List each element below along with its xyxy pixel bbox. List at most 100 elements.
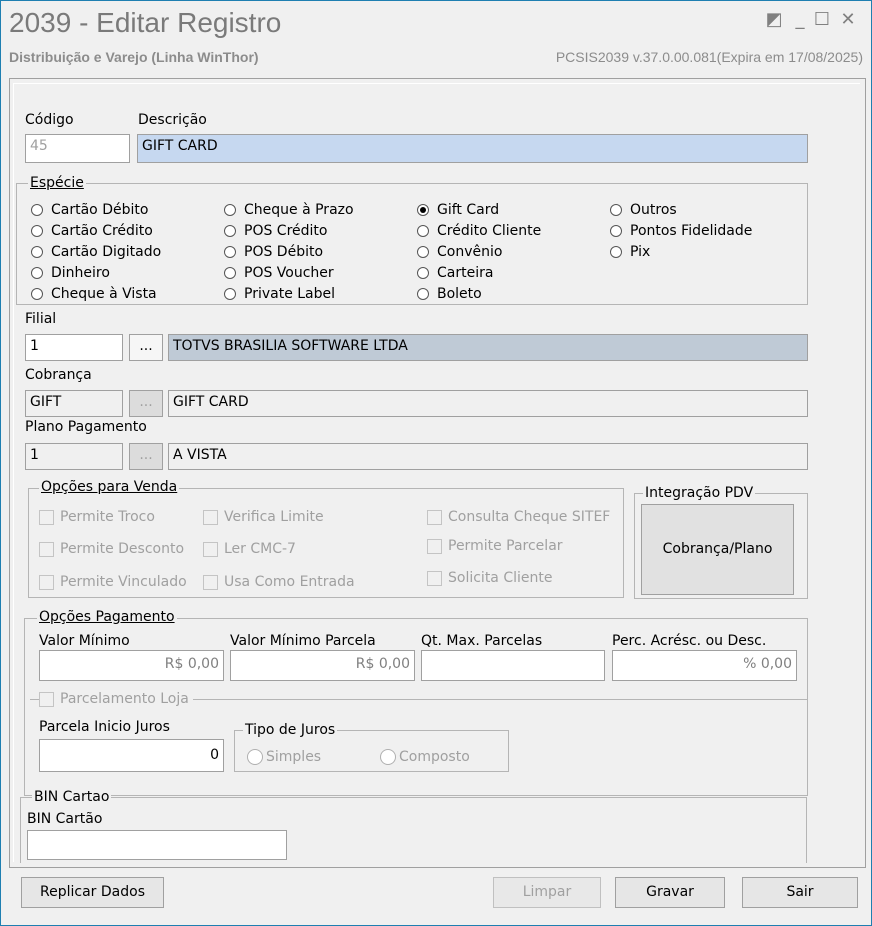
radio-simples[interactable]: Simples	[247, 749, 321, 765]
radio-dot	[31, 204, 43, 216]
sair-button[interactable]: Sair	[742, 877, 858, 908]
plano-lookup-button[interactable]: ...	[129, 443, 163, 470]
checkbox-box	[427, 570, 442, 586]
qt-max-parcelas-field[interactable]	[421, 650, 605, 681]
radio-label: Cartão Débito	[51, 202, 149, 218]
qt-max-parcelas-label: Qt. Max. Parcelas	[421, 633, 543, 649]
valor-minimo-parcela-field[interactable]: R$ 0,00	[230, 650, 415, 681]
checkbox-label: Usa Como Entrada	[224, 574, 355, 590]
radio-dinheiro[interactable]: Dinheiro	[31, 265, 110, 281]
radio-dot	[610, 246, 622, 258]
radio-pontos-fidelidade[interactable]: Pontos Fidelidade	[610, 223, 752, 239]
checkbox-box	[39, 541, 54, 557]
radio-credito-cliente[interactable]: Crédito Cliente	[417, 223, 541, 239]
radio-cartao-credito[interactable]: Cartão Crédito	[31, 223, 153, 239]
chk-consulta-cheque-sitef[interactable]: Consulta Cheque SITEF	[427, 509, 610, 525]
cobranca-plano-button[interactable]: Cobrança/Plano	[641, 504, 794, 595]
radio-pos-voucher[interactable]: POS Voucher	[224, 265, 334, 281]
restore-icon[interactable]: ◩	[763, 9, 785, 31]
radio-cheque-vista[interactable]: Cheque à Vista	[31, 286, 157, 302]
radio-label: POS Crédito	[244, 223, 328, 239]
chk-parcelamento-loja[interactable]: Parcelamento Loja	[39, 691, 193, 707]
radio-dot	[417, 246, 429, 258]
radio-boleto[interactable]: Boleto	[417, 286, 482, 302]
radio-dot	[380, 749, 396, 765]
parcela-inicio-juros-field[interactable]: 0	[39, 739, 224, 772]
chk-verifica-limite[interactable]: Verifica Limite	[203, 509, 324, 525]
radio-dot	[224, 267, 236, 279]
chk-permite-parcelar[interactable]: Permite Parcelar	[427, 538, 563, 554]
radio-dot	[224, 204, 236, 216]
radio-label: Dinheiro	[51, 265, 110, 281]
cobranca-name-field: GIFT CARD	[168, 390, 808, 417]
radio-dot-selected	[417, 204, 429, 216]
radio-label: Cartão Crédito	[51, 223, 153, 239]
chk-permite-troco[interactable]: Permite Troco	[39, 509, 155, 525]
chk-permite-desconto[interactable]: Permite Desconto	[39, 541, 184, 557]
valor-minimo-field[interactable]: R$ 0,00	[39, 650, 224, 681]
filial-lookup-button[interactable]: ...	[129, 334, 163, 361]
radio-dot	[247, 749, 263, 765]
radio-label: Boleto	[437, 286, 482, 302]
codigo-field[interactable]: 45	[25, 134, 130, 163]
radio-outros[interactable]: Outros	[610, 202, 677, 218]
cobranca-label: Cobrança	[25, 367, 92, 383]
radio-label: Simples	[266, 749, 322, 765]
perc-field[interactable]: % 0,00	[612, 650, 797, 681]
radio-dot	[417, 267, 429, 279]
checkbox-box	[39, 509, 54, 525]
descricao-field[interactable]: GIFT CARD	[137, 134, 808, 163]
integracao-pdv-title: Integração PDV	[643, 485, 756, 501]
maximize-icon[interactable]: ☐	[811, 9, 833, 31]
title-bar: 2039 - Editar Registro Distribuição e Va…	[1, 1, 871, 73]
limpar-button[interactable]: Limpar	[493, 877, 601, 908]
radio-pix[interactable]: Pix	[610, 244, 650, 260]
codigo-label: Código	[25, 112, 74, 128]
filial-code-field[interactable]: 1	[25, 334, 123, 361]
perc-label: Perc. Acrésc. ou Desc.	[612, 633, 767, 649]
checkbox-label: Permite Troco	[60, 509, 155, 525]
cobranca-code-field: GIFT	[25, 390, 123, 417]
radio-cartao-digitado[interactable]: Cartão Digitado	[31, 244, 161, 260]
radio-pos-debito[interactable]: POS Débito	[224, 244, 323, 260]
gravar-button[interactable]: Gravar	[615, 877, 725, 908]
radio-label: Outros	[630, 202, 677, 218]
especie-title: Espécie	[28, 175, 86, 191]
tipo-juros-title: Tipo de Juros	[243, 722, 338, 738]
radio-label: Cheque à Prazo	[244, 202, 354, 218]
radio-gift-card[interactable]: Gift Card	[417, 202, 499, 218]
chk-permite-vinculado[interactable]: Permite Vinculado	[39, 574, 187, 590]
radio-label: Carteira	[437, 265, 494, 281]
chk-ler-cmc7[interactable]: Ler CMC-7	[203, 541, 296, 557]
radio-composto[interactable]: Composto	[380, 749, 470, 765]
checkbox-box	[203, 541, 218, 557]
chk-solicita-cliente[interactable]: Solicita Cliente	[427, 570, 552, 586]
radio-label: Cartão Digitado	[51, 244, 162, 260]
checkbox-box	[203, 509, 218, 525]
bin-cartao-title: BIN Cartao	[32, 789, 112, 805]
chk-usa-como-entrada[interactable]: Usa Como Entrada	[203, 574, 355, 590]
radio-carteira[interactable]: Carteira	[417, 265, 493, 281]
cobranca-lookup-button[interactable]: ...	[129, 390, 163, 417]
radio-dot	[610, 204, 622, 216]
radio-dot	[31, 225, 43, 237]
radio-cartao-debito[interactable]: Cartão Débito	[31, 202, 148, 218]
opcoes-pagamento-title: Opções Pagamento	[37, 609, 177, 625]
radio-cheque-prazo[interactable]: Cheque à Prazo	[224, 202, 354, 218]
radio-label: Crédito Cliente	[437, 223, 542, 239]
replicar-dados-button[interactable]: Replicar Dados	[21, 877, 164, 908]
bin-cartao-field[interactable]	[27, 830, 287, 860]
radio-dot	[224, 246, 236, 258]
radio-convenio[interactable]: Convênio	[417, 244, 502, 260]
radio-pos-credito[interactable]: POS Crédito	[224, 223, 327, 239]
checkbox-box	[427, 538, 442, 554]
close-icon[interactable]: ✕	[837, 9, 859, 31]
minimize-icon[interactable]: _	[789, 9, 811, 31]
valor-minimo-label: Valor Mínimo	[39, 633, 130, 649]
checkbox-box	[39, 691, 54, 707]
radio-private-label[interactable]: Private Label	[224, 286, 335, 302]
radio-dot	[417, 288, 429, 300]
plano-name-field: A VISTA	[168, 443, 808, 470]
radio-dot	[31, 246, 43, 258]
radio-dot	[224, 288, 236, 300]
